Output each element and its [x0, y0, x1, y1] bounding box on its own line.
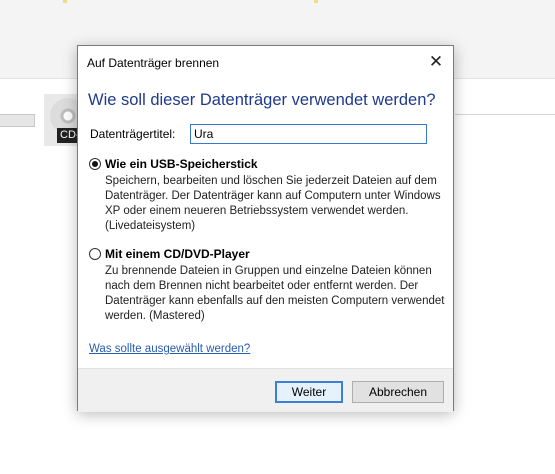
background-marker: [63, 0, 67, 3]
help-link[interactable]: Was sollte ausgewählt werden?: [89, 343, 250, 355]
background-marker: [314, 0, 318, 3]
dialog-titlebar[interactable]: Auf Datenträger brennen ✕: [78, 46, 453, 77]
radio-cd-dvd-player[interactable]: [89, 248, 101, 260]
disc-title-label: Datenträgertitel:: [90, 127, 176, 141]
background-divider: [455, 114, 555, 126]
close-icon: ✕: [428, 51, 444, 71]
dialog-footer: Weiter Abbrechen: [78, 368, 453, 412]
cancel-button[interactable]: Abbrechen: [352, 381, 444, 403]
close-button[interactable]: ✕: [419, 46, 453, 77]
background-progress-bar: [0, 114, 35, 127]
option-description: Zu brennende Dateien in Gruppen und einz…: [105, 265, 445, 322]
option-description: Speichern, bearbeiten und löschen Sie je…: [105, 175, 441, 232]
dialog-title: Auf Datenträger brennen: [87, 56, 220, 70]
dialog-heading: Wie soll dieser Datenträger verwendet we…: [88, 91, 436, 109]
option-title[interactable]: Mit einem CD/DVD-Player: [105, 247, 250, 261]
next-button[interactable]: Weiter: [275, 381, 343, 403]
radio-usb-flash-drive[interactable]: [89, 158, 101, 170]
disc-title-input[interactable]: [190, 124, 427, 144]
burn-disc-dialog: Auf Datenträger brennen ✕ Wie soll diese…: [77, 45, 454, 412]
option-title[interactable]: Wie ein USB-Speicherstick: [105, 157, 258, 171]
